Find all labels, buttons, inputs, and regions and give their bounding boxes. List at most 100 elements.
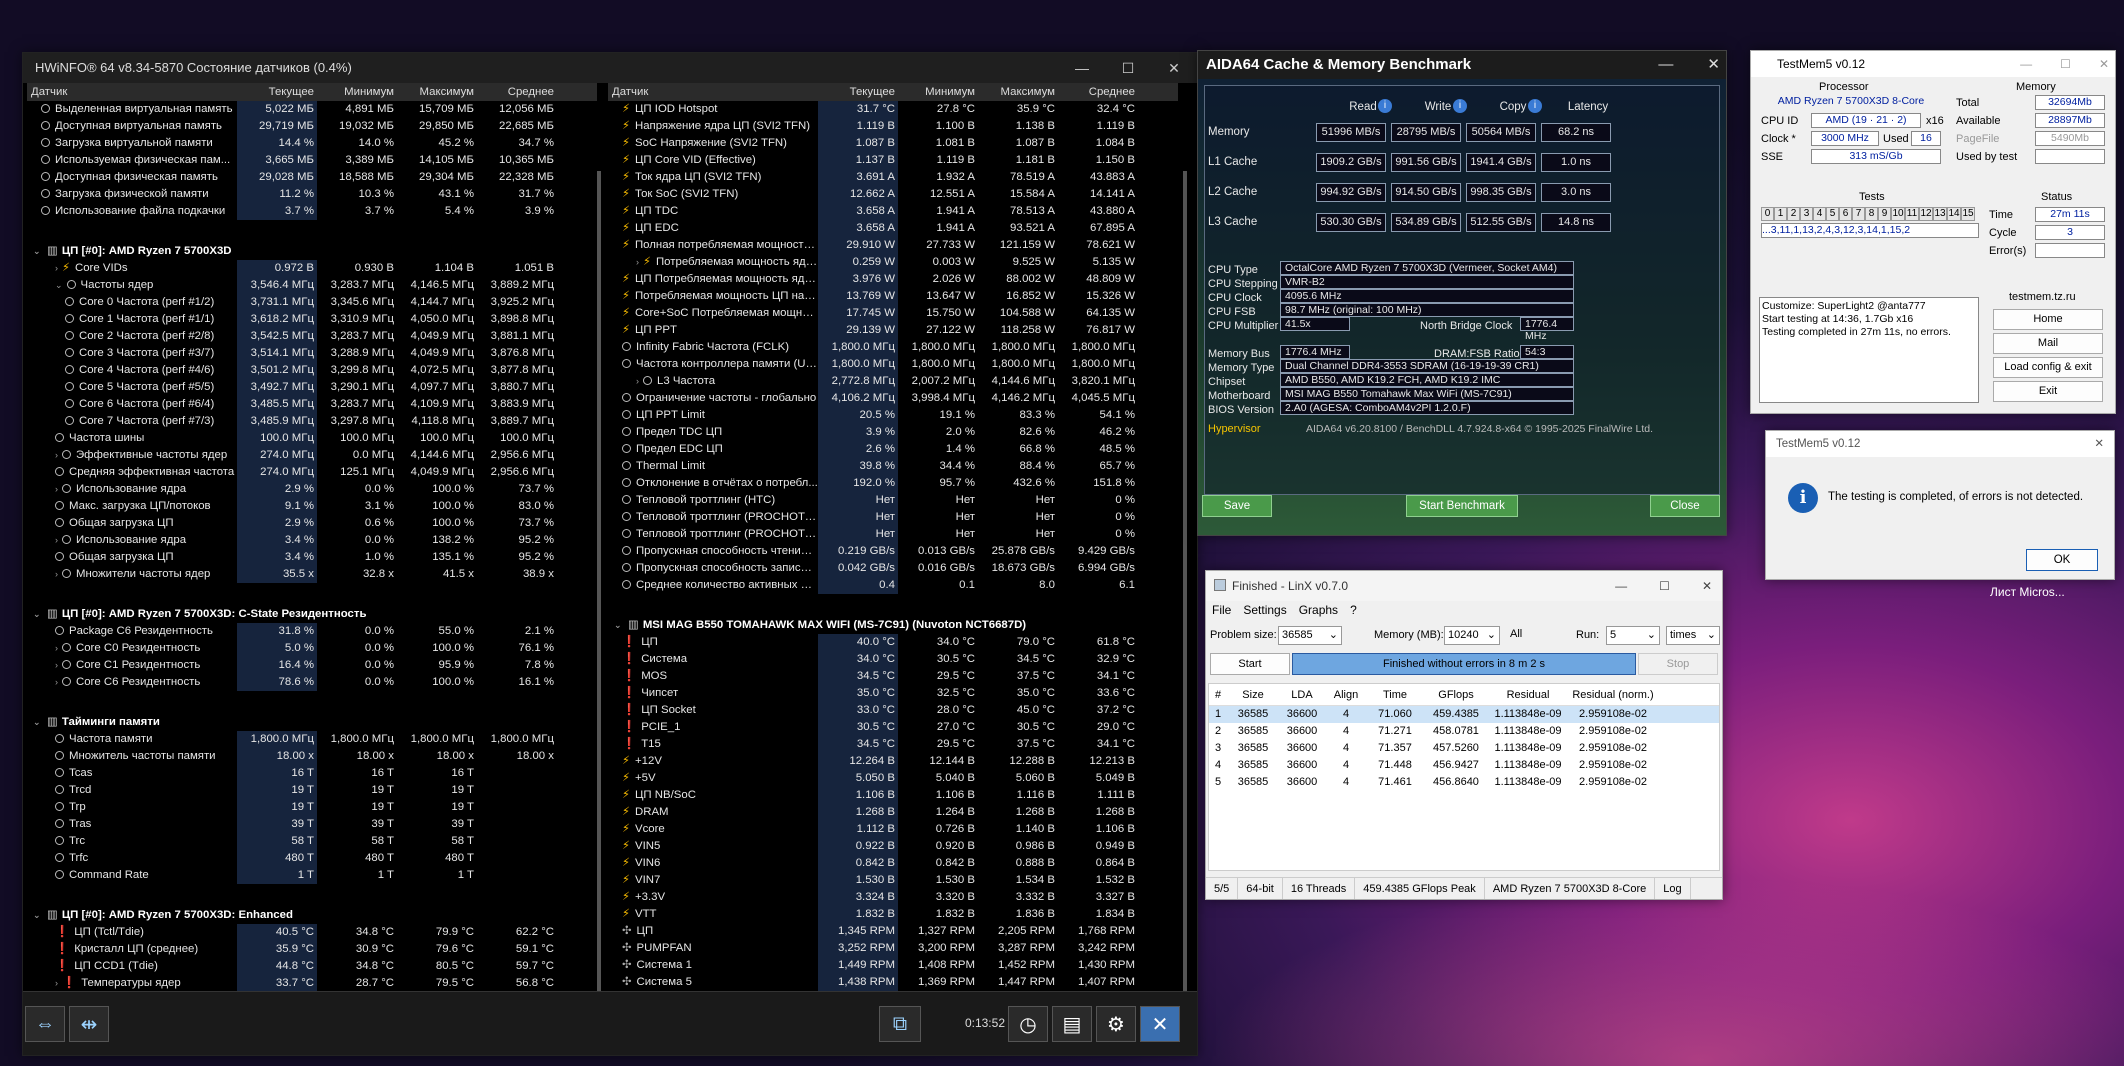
sensor-row[interactable]: ⚡ SoC Напряжение (SVI2 TFN) 1.087 В 1.081 В… <box>608 135 1178 152</box>
column-header[interactable]: Size <box>1227 684 1279 705</box>
column-header[interactable]: Residual <box>1489 684 1567 705</box>
close-icon[interactable]: ✕ <box>1707 51 1720 79</box>
sensor-row[interactable]: ❗ MOS 34.5 °C 29.5 °C 37.5 °C 34.1 °C <box>608 668 1178 685</box>
sensor-row[interactable]: ⚡ ЦП IOD Hotspot 31.7 °C 27.8 °C 35.9 °C 32.4… <box>608 101 1178 118</box>
table-row[interactable]: 5 36585 36600 4 71.461 456.8640 1.113848e-09 2.… <box>1209 774 1719 791</box>
exit-button[interactable]: Exit <box>1993 381 2103 402</box>
dialog-titlebar[interactable]: TestMem5 v0.12 ✕ <box>1766 431 2114 457</box>
sensor-row[interactable]: ⚡ Потребляемая мощность ЦП на кр... 13.769… <box>608 288 1178 305</box>
sensor-row[interactable]: Core 2 Частота (perf #2/8) 3,542.5 МГц 3,2… <box>27 328 597 345</box>
sensor-row[interactable]: Множитель частоты памяти 18.00 x 18.00 x 18… <box>27 748 597 765</box>
report-icon[interactable]: ▤ <box>1052 1006 1092 1042</box>
sensor-row[interactable]: Частота шины 100.0 МГц 100.0 МГц 100.0 МГц 1… <box>27 430 597 447</box>
linx-titlebar[interactable]: Finished - LinX v0.7.0 — ☐ ✕ <box>1206 571 1722 601</box>
column-header[interactable]: # <box>1209 684 1227 705</box>
chevron-right-icon[interactable]: › <box>55 569 58 579</box>
sensor-row[interactable]: Ограничение частоты - глобально 4,106.2 М… <box>608 390 1178 407</box>
run-select[interactable]: 5 ⌄ <box>1606 626 1660 645</box>
ok-button[interactable]: OK <box>2026 549 2098 571</box>
close-icon[interactable]: ✕ <box>1140 1006 1180 1042</box>
aida64-titlebar[interactable]: AIDA64 Cache & Memory Benchmark — ✕ <box>1198 51 1726 79</box>
sensor-row[interactable]: › ⚡ Потребляемая мощность ядер 0.259 W 0.003… <box>608 254 1178 271</box>
sensor-row[interactable]: ⚡ VTT 1.832 В 1.832 В 1.836 В 1.834 В <box>608 906 1178 923</box>
sensor-row[interactable]: › Множители частоты ядер 35.5 x 32.8 x 41.5 … <box>27 566 597 583</box>
sensor-row[interactable]: Загрузка виртуальной памяти 14.4 % 14.0 % 4… <box>27 135 597 152</box>
sensor-row[interactable]: ⚡ VIN5 0.922 В 0.920 В 0.986 В 0.949 В <box>608 838 1178 855</box>
column-header[interactable]: Датчик <box>608 83 818 101</box>
sensor-row[interactable]: ⚡ Полная потребляемая мощность ЦП 29.910 W… <box>608 237 1178 254</box>
info-icon[interactable]: i <box>1378 99 1392 113</box>
scrollbar-left[interactable] <box>597 171 601 1031</box>
sensor-row[interactable]: ❗ PCIE_1 30.5 °C 27.0 °C 30.5 °C 29.0 °C <box>608 719 1178 736</box>
sensor-row[interactable]: ⚡ +5V 5.050 В 5.040 В 5.060 В 5.049 В <box>608 770 1178 787</box>
table-row[interactable]: 4 36585 36600 4 71.448 456.9427 1.113848e-09 2.… <box>1209 757 1719 774</box>
menu-item[interactable]: ? <box>1350 603 1357 617</box>
sensor-row[interactable]: › Core C0 Резидентность 5.0 % 0.0 % 100.0 % 7… <box>27 640 597 657</box>
chevron-down-icon[interactable]: ⌄ <box>55 280 63 290</box>
chevron-right-icon[interactable]: › <box>55 263 58 273</box>
close-icon[interactable]: ✕ <box>2099 51 2109 77</box>
sensor-row[interactable]: Отклонение в отчётах о потребл... 192.0 %… <box>608 475 1178 492</box>
table-row[interactable]: 3 36585 36600 4 71.357 457.5260 1.113848e-09 2.… <box>1209 740 1719 757</box>
sensor-row[interactable]: ❗ Чипсет 35.0 °C 32.5 °C 35.0 °C 33.6 °C <box>608 685 1178 702</box>
sensor-group[interactable]: ⌄ ▥ Тайминги памяти <box>27 714 597 731</box>
sensor-row[interactable]: ⚡ ЦП PPT 29.139 W 27.122 W 118.258 W 76.817 W <box>608 322 1178 339</box>
sensor-row[interactable]: ⚡ ЦП Потребляемая мощность ядр... 3.976 W 2… <box>608 271 1178 288</box>
sensor-row[interactable]: Core 4 Частота (perf #4/6) 3,501.2 МГц 3,2… <box>27 362 597 379</box>
column-header[interactable]: Минимум <box>898 83 978 101</box>
load-config-exit-button[interactable]: Load config & exit <box>1993 357 2103 378</box>
minimize-icon[interactable]: — <box>2020 51 2032 77</box>
sensor-pane-right[interactable]: Датчик Текущее Минимум Максимум Среднее ⚡ ЦП I… <box>608 83 1178 993</box>
column-header[interactable]: Time <box>1367 684 1423 705</box>
table-row[interactable]: 1 36585 36600 4 71.060 459.4385 1.113848e-09 2.… <box>1209 706 1719 723</box>
sensor-row[interactable]: Общая загрузка ЦП 2.9 % 0.6 % 100.0 % 73.7 % <box>27 515 597 532</box>
start-button[interactable]: Start <box>1210 653 1290 675</box>
sensor-row[interactable]: ⚡ +12V 12.264 В 12.144 В 12.288 В 12.213 В <box>608 753 1178 770</box>
sensor-row[interactable]: Частота контроллера памяти (UCLK) 1,800.0… <box>608 356 1178 373</box>
chevron-right-icon[interactable]: › <box>55 660 58 670</box>
sensor-row[interactable]: ⚡ VIN7 1.530 В 1.530 В 1.534 В 1.532 В <box>608 872 1178 889</box>
info-icon[interactable]: i <box>1528 99 1542 113</box>
sensor-group[interactable]: ⌄ ▥ MSI MAG B550 TOMAHAWK MAX WIFI (MS-7C… <box>608 617 1178 634</box>
sensor-row[interactable]: ⌄ Частоты ядер 3,546.4 МГц 3,283.7 МГц 4,146… <box>27 277 597 294</box>
chevron-right-icon[interactable]: › <box>55 535 58 545</box>
menu-item[interactable]: Settings <box>1243 603 1286 617</box>
sensor-row[interactable]: › Core C1 Резидентность 16.4 % 0.0 % 95.9 % 7… <box>27 657 597 674</box>
stop-button[interactable]: Stop <box>1638 653 1718 675</box>
sensor-row[interactable]: ❗ Система 34.0 °C 30.5 °C 34.5 °C 32.9 °C <box>608 651 1178 668</box>
sensor-row[interactable]: Предел EDC ЦП 2.6 % 1.4 % 66.8 % 48.5 % <box>608 441 1178 458</box>
home-button[interactable]: Home <box>1993 309 2103 330</box>
sensor-row[interactable]: Тепловой троттлинг (PROCHOT EXT) Нет Нет Не… <box>608 526 1178 543</box>
problem-size-select[interactable]: 36585 ⌄ <box>1278 626 1342 645</box>
info-icon[interactable]: i <box>1453 99 1467 113</box>
column-header[interactable]: Текущее <box>818 83 898 101</box>
column-header[interactable]: Датчик <box>27 83 237 101</box>
sensor-row[interactable]: ✣ Система 1 1,449 RPM 1,408 RPM 1,452 RPM 1,4… <box>608 957 1178 974</box>
sensor-row[interactable]: Tcas 16 T 16 T 16 T <box>27 765 597 782</box>
gear-icon[interactable]: ⚙ <box>1096 1006 1136 1042</box>
sensor-row[interactable]: ⚡ +3.3V 3.324 В 3.320 В 3.332 В 3.327 В <box>608 889 1178 906</box>
sensor-row[interactable]: ⚡ Vcore 1.112 В 0.726 В 1.140 В 1.106 В <box>608 821 1178 838</box>
sensor-row[interactable]: Trp 19 T 19 T 19 T <box>27 799 597 816</box>
sensor-row[interactable]: ✣ PUMPFAN 3,252 RPM 3,200 RPM 3,287 RPM 3,242… <box>608 940 1178 957</box>
sensor-row[interactable]: Средняя эффективная частота 274.0 МГц 125.… <box>27 464 597 481</box>
scrollbar-right[interactable] <box>1183 171 1187 1031</box>
sensor-row[interactable]: › Core C6 Резидентность 78.6 % 0.0 % 100.0 %… <box>27 674 597 691</box>
sensor-row[interactable]: Пропускная способность чтения D... 0.219 … <box>608 543 1178 560</box>
hwinfo-window[interactable]: HWiNFO® 64 v8.34-5870 Состояние датчиков… <box>22 52 1198 1056</box>
sensor-row[interactable]: Core 0 Частота (perf #1/2) 3,731.1 МГц 3,3… <box>27 294 597 311</box>
mail-button[interactable]: Mail <box>1993 333 2103 354</box>
hwinfo-titlebar[interactable]: HWiNFO® 64 v8.34-5870 Состояние датчиков… <box>23 53 1197 83</box>
maximize-icon[interactable]: ☐ <box>1105 53 1151 83</box>
testmem5-window[interactable]: TestMem5 v0.12 — ☐ ✕ Processor AMD Ryzen 7… <box>1750 50 2116 414</box>
chevron-right-icon[interactable]: › <box>55 450 58 460</box>
column-header[interactable]: GFlops <box>1423 684 1489 705</box>
sensor-row[interactable]: ❗ ЦП 40.0 °C 34.0 °C 79.0 °C 61.8 °C <box>608 634 1178 651</box>
sensor-row[interactable]: › Эффективные частоты ядер 274.0 МГц 0.0 МГ… <box>27 447 597 464</box>
sensor-row[interactable]: ⚡ ЦП NB/SoC 1.106 В 1.106 В 1.116 В 1.111 В <box>608 787 1178 804</box>
linx-window[interactable]: Finished - LinX v0.7.0 — ☐ ✕ File Settings G… <box>1205 570 1723 900</box>
close-icon[interactable]: ✕ <box>1151 53 1197 83</box>
aida64-window[interactable]: AIDA64 Cache & Memory Benchmark — ✕ Read i… <box>1197 50 1727 536</box>
sensor-row[interactable]: ⚡ VIN6 0.842 В 0.842 В 0.888 В 0.864 В <box>608 855 1178 872</box>
all-button[interactable]: All <box>1510 628 1522 640</box>
